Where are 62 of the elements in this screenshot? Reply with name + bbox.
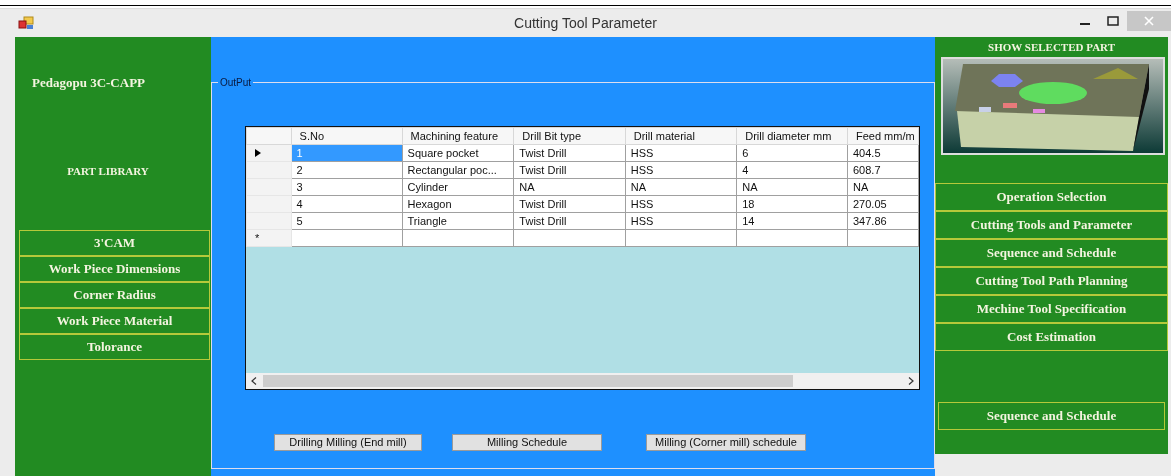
part-library-label: PART LIBRARY (67, 164, 149, 177)
table-cell: Square pocket (402, 144, 514, 162)
table-cell: 3 (291, 178, 403, 196)
menu-button[interactable]: Cutting Tools and Parameter (935, 210, 1168, 239)
menu-button[interactable]: Tolorance (19, 333, 210, 360)
table-cell: HSS (625, 161, 737, 179)
column-header[interactable]: Drill diameter mm (736, 127, 848, 145)
milling-schedule-button[interactable]: Milling Schedule (452, 433, 602, 451)
menu-button[interactable]: Cutting Tool Path Planning (935, 266, 1168, 295)
group-label: OutPut (219, 76, 253, 88)
table-cell: 270.05 (847, 195, 919, 213)
table-cell: 4 (291, 195, 403, 213)
table-cell: HSS (625, 195, 737, 213)
app-icon (18, 15, 34, 30)
table-cell: Triangle (402, 212, 514, 230)
menu-button[interactable]: Cost Estimation (935, 322, 1168, 351)
menu-button[interactable]: Work Piece Dimensions (19, 255, 210, 282)
table-cell: Twist Drill (513, 195, 626, 213)
menu-button[interactable]: Sequence and Schedule (935, 238, 1168, 267)
table-cell: 608.7 (847, 161, 919, 179)
app-name: Pedagopu 3C-CAPP (32, 74, 146, 90)
column-header[interactable]: S.No (291, 127, 403, 145)
column-header[interactable]: Drill material (625, 127, 737, 145)
table-cell: Rectangular poc... (402, 161, 514, 179)
column-header[interactable]: Feed mm/m (847, 127, 919, 145)
table-cell (847, 229, 919, 247)
table-cell: 404.5 (847, 144, 919, 162)
menu-button[interactable]: Mechine Tool Specification (935, 294, 1168, 323)
table-cell: 14 (736, 212, 848, 230)
table-cell: 2 (291, 161, 403, 179)
corner-mill-schedule-button[interactable]: Milling (Corner mill) schedule (646, 433, 806, 451)
table-cell: 4 (736, 161, 848, 179)
table-cell: NA (736, 178, 848, 196)
menu-button[interactable]: Work Piece Material (19, 307, 210, 334)
table-cell: Twist Drill (513, 144, 626, 162)
table-cell: NA (625, 178, 737, 196)
menu-button[interactable]: Sequence and Schedule (938, 401, 1165, 430)
table-cell: Hexagon (402, 195, 514, 213)
column-header[interactable]: Machining feature (402, 127, 514, 145)
table-cell: NA (513, 178, 626, 196)
drilling-milling-button[interactable]: Drilling Milling (End mill) (274, 433, 422, 451)
current-row-icon (255, 148, 261, 157)
column-header[interactable]: Drill Bit type (513, 127, 626, 145)
window-title: Cutting Tool Parameter (514, 14, 657, 31)
table-cell: 6 (736, 144, 848, 162)
table-cell: NA (847, 178, 919, 196)
table-cell: HSS (625, 144, 737, 162)
menu-button[interactable]: Operation Selection (935, 182, 1168, 211)
table-cell: Twist Drill (513, 212, 626, 230)
table-cell: 347.86 (847, 212, 919, 230)
table-cell: Twist Drill (513, 161, 626, 179)
horizontal-scrollbar[interactable] (246, 372, 919, 389)
menu-button[interactable]: Corner Radius (19, 281, 210, 308)
table-cell: 18 (736, 195, 848, 213)
table-cell: HSS (625, 212, 737, 230)
row-header-corner (246, 127, 292, 145)
scroll-right-icon[interactable] (908, 376, 914, 385)
show-part-label: SHOW SELECTED PART (988, 40, 1115, 53)
table-cell: 5 (291, 212, 403, 230)
scroll-left-icon[interactable] (251, 376, 257, 385)
menu-button[interactable]: 3'CAM (19, 229, 210, 256)
table-cell: Cylinder (402, 178, 514, 196)
